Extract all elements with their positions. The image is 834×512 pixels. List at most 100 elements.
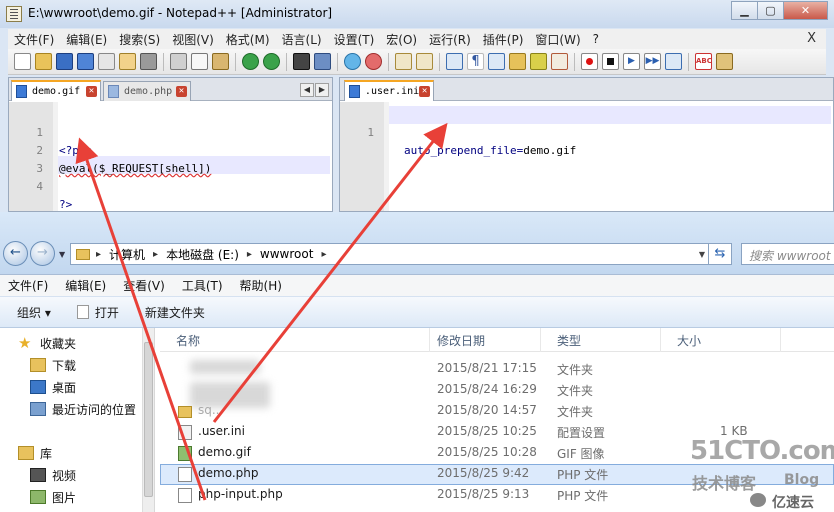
maximize-button[interactable]: ▢ xyxy=(757,1,784,20)
menu-window[interactable]: 窗口(W) xyxy=(529,31,586,48)
menu-settings[interactable]: 设置(T) xyxy=(328,31,381,48)
breadcrumb-computer[interactable]: 计算机 xyxy=(109,246,145,263)
tab-demo-php[interactable]: demo.php ✕ xyxy=(103,81,191,101)
paste-icon[interactable] xyxy=(212,53,229,70)
sync-horizontal-icon[interactable] xyxy=(416,53,433,70)
playback-icon[interactable]: ▶ xyxy=(623,53,640,70)
nav-videos[interactable]: 视频 xyxy=(30,464,76,486)
new-folder-button[interactable]: 新建文件夹 xyxy=(145,304,205,321)
record-macro-icon[interactable] xyxy=(581,53,598,70)
find-icon[interactable] xyxy=(293,53,310,70)
undo-icon[interactable] xyxy=(242,53,259,70)
forward-button[interactable]: → xyxy=(30,241,55,266)
close-all-icon[interactable] xyxy=(119,53,136,70)
breadcrumb-separator[interactable]: ▸ xyxy=(247,249,252,260)
menu-plugins[interactable]: 插件(P) xyxy=(477,31,530,48)
close-tab-icon[interactable]: ✕ xyxy=(419,86,430,97)
show-all-chars-icon[interactable]: ¶ xyxy=(467,53,484,70)
address-dropdown-icon[interactable]: ▼ xyxy=(699,250,705,259)
recent-pages-dropdown-icon[interactable]: ▼ xyxy=(59,250,65,259)
tab-demo-gif[interactable]: demo.gif ✕ xyxy=(11,80,101,101)
menu-tools[interactable]: 工具(T) xyxy=(182,277,223,294)
word-wrap-icon[interactable] xyxy=(446,53,463,70)
copy-icon[interactable] xyxy=(191,53,208,70)
nav-desktop[interactable]: 桌面 xyxy=(30,376,76,398)
nav-favorites[interactable]: ★ 收藏夹 xyxy=(18,332,76,354)
save-all-icon[interactable] xyxy=(77,53,94,70)
php-file-icon xyxy=(178,488,192,503)
menu-run[interactable]: 运行(R) xyxy=(423,31,477,48)
zoom-in-icon[interactable] xyxy=(344,53,361,70)
spell-check-icon[interactable]: ABC xyxy=(695,53,712,70)
menu-help[interactable]: ? xyxy=(587,32,605,46)
table-row[interactable]: 2015/8/21 17:15 文件夹 xyxy=(160,359,834,380)
breadcrumb-separator[interactable]: ▸ xyxy=(321,249,326,260)
plugin-icon[interactable] xyxy=(716,53,733,70)
function-list-icon[interactable] xyxy=(551,53,568,70)
zoom-out-icon[interactable] xyxy=(365,53,382,70)
line-number: 1 xyxy=(367,126,374,139)
refresh-button[interactable]: ⇆ xyxy=(708,243,732,265)
breadcrumb-separator[interactable]: ▸ xyxy=(153,249,158,260)
file-name: .user.ini xyxy=(198,424,245,438)
menu-view[interactable]: 查看(V) xyxy=(123,277,165,294)
column-size[interactable]: 大小 xyxy=(661,328,781,352)
code-text[interactable]: auto_prepend_file=demo.gif xyxy=(404,142,576,160)
sync-vertical-icon[interactable] xyxy=(395,53,412,70)
menu-file[interactable]: 文件(F) xyxy=(8,277,48,294)
column-date[interactable]: 修改日期 xyxy=(421,328,541,352)
breadcrumb-drive-e[interactable]: 本地磁盘 (E:) xyxy=(166,246,239,263)
folder-icon xyxy=(178,406,192,418)
user-defined-language-icon[interactable] xyxy=(509,53,526,70)
minimize-button[interactable]: ▁ xyxy=(731,1,758,20)
nav-downloads[interactable]: 下载 xyxy=(30,354,76,376)
document-map-icon[interactable] xyxy=(530,53,547,70)
nav-recent-places[interactable]: 最近访问的位置 xyxy=(30,398,136,420)
menu-edit[interactable]: 编辑(E) xyxy=(65,277,106,294)
redo-icon[interactable] xyxy=(263,53,280,70)
cut-icon[interactable] xyxy=(170,53,187,70)
search-input[interactable]: 搜索 wwwroot xyxy=(741,243,834,265)
indent-guide-icon[interactable] xyxy=(488,53,505,70)
close-file-icon[interactable] xyxy=(98,53,115,70)
breadcrumb-separator[interactable]: ▸ xyxy=(96,249,101,260)
menu-edit[interactable]: 编辑(E) xyxy=(60,31,113,48)
menu-file[interactable]: 文件(F) xyxy=(8,31,60,48)
menu-language[interactable]: 语言(L) xyxy=(276,31,328,48)
nav-scrollbar[interactable] xyxy=(142,328,154,512)
open-button[interactable]: 打开 xyxy=(76,304,119,321)
replace-icon[interactable] xyxy=(314,53,331,70)
menu-format[interactable]: 格式(M) xyxy=(220,31,276,48)
menu-help[interactable]: 帮助(H) xyxy=(240,277,282,294)
save-icon[interactable] xyxy=(56,53,73,70)
new-file-icon[interactable] xyxy=(14,53,31,70)
organize-button[interactable]: 组织 ▾ xyxy=(17,304,51,321)
tab-scroll-left-icon[interactable]: ◀ xyxy=(300,83,314,97)
table-row[interactable]: 2015/8/24 16:29 文件夹 xyxy=(160,380,834,401)
run-macro-multiple-icon[interactable]: ▶▶ xyxy=(644,53,661,70)
close-tab-icon[interactable]: ✕ xyxy=(176,86,187,97)
library-icon xyxy=(18,446,34,460)
nav-pictures[interactable]: 图片 xyxy=(30,486,76,508)
menu-macro[interactable]: 宏(O) xyxy=(380,31,423,48)
scrollbar-thumb[interactable] xyxy=(144,342,153,497)
column-type[interactable]: 类型 xyxy=(541,328,661,352)
menu-search[interactable]: 搜索(S) xyxy=(113,31,166,48)
close-button[interactable]: ✕ xyxy=(783,1,828,20)
print-icon[interactable] xyxy=(140,53,157,70)
menu-view[interactable]: 视图(V) xyxy=(166,31,220,48)
stop-recording-icon[interactable] xyxy=(602,53,619,70)
open-file-icon[interactable] xyxy=(35,53,52,70)
column-name[interactable]: 名称 xyxy=(160,328,430,352)
nav-libraries[interactable]: 库 xyxy=(18,442,52,464)
tab-user-ini[interactable]: .user.ini ✕ xyxy=(344,80,434,101)
breadcrumb-wwwroot[interactable]: wwwroot xyxy=(260,247,314,261)
tab-scroll-right-icon[interactable]: ▶ xyxy=(315,83,329,97)
back-button[interactable]: ← xyxy=(3,241,28,266)
save-macro-icon[interactable] xyxy=(665,53,682,70)
address-bar[interactable]: ▸ 计算机 ▸ 本地磁盘 (E:) ▸ wwwroot ▸ ▼ xyxy=(70,243,710,265)
table-row[interactable]: sq... 2015/8/20 14:57 文件夹 xyxy=(160,401,834,422)
file-name: sq... xyxy=(198,403,224,417)
document-close-button[interactable]: X xyxy=(807,31,816,46)
close-tab-icon[interactable]: ✕ xyxy=(86,86,97,97)
